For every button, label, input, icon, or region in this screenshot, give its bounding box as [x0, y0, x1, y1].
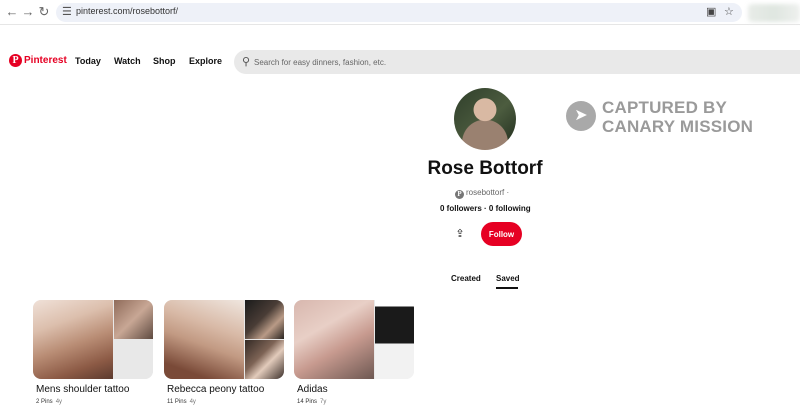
pinterest-logo-icon[interactable]: P — [9, 54, 22, 67]
board-pin-count: 2 Pins — [36, 399, 53, 405]
nav-today[interactable]: Today — [75, 56, 101, 66]
browser-toolbar: ← → ↻ ☰ pinterest.com/rosebottorf/ ▣ ☆ — [0, 0, 800, 25]
back-arrow-icon[interactable]: ← — [4, 4, 20, 20]
board-age: 4y — [55, 399, 63, 405]
board-cover-side-image — [375, 300, 414, 379]
board-cover[interactable] — [294, 300, 414, 379]
share-icon[interactable]: ⇪ — [451, 225, 469, 243]
pinterest-mini-icon: P — [455, 190, 464, 199]
active-tab-indicator — [496, 287, 518, 289]
board-cover-main-image — [33, 300, 113, 379]
url-text: pinterest.com/rosebottorf/ — [76, 6, 179, 16]
address-bar[interactable]: ☰ pinterest.com/rosebottorf/ ▣ ☆ — [56, 3, 742, 22]
board-cover-side-image — [245, 340, 284, 379]
board-meta: 2 Pins 4y — [36, 399, 62, 405]
board-meta: 14 Pins 7y — [297, 399, 326, 405]
search-bar[interactable]: ⚲ — [234, 50, 800, 74]
search-input[interactable] — [254, 50, 774, 74]
tab-created[interactable]: Created — [451, 274, 481, 283]
tab-saved[interactable]: Saved — [496, 274, 520, 283]
nav-watch[interactable]: Watch — [114, 56, 141, 66]
follow-button[interactable]: Follow — [481, 222, 522, 246]
board-title[interactable]: Mens shoulder tattoo — [36, 384, 129, 395]
nav-explore[interactable]: Explore — [189, 56, 222, 66]
profile-handle-row: Prosebottorf · — [455, 188, 509, 199]
follow-stats[interactable]: 0 followers · 0 following — [440, 204, 531, 213]
board-age: 7y — [320, 399, 327, 405]
board-title[interactable]: Rebecca peony tattoo — [167, 384, 264, 395]
board-card[interactable]: Mens shoulder tattoo 2 Pins 4y — [33, 300, 153, 405]
site-info-icon[interactable]: ☰ — [62, 5, 72, 18]
board-title[interactable]: Adidas — [297, 384, 328, 395]
reload-icon[interactable]: ↻ — [36, 4, 52, 20]
profile-name: Rose Bottorf — [427, 158, 543, 179]
forward-arrow-icon[interactable]: → — [20, 4, 36, 20]
board-card[interactable]: Adidas 14 Pins 7y — [294, 300, 414, 405]
board-cover-side-image — [245, 300, 284, 339]
board-cover[interactable] — [33, 300, 153, 379]
board-cover-empty — [114, 340, 153, 379]
bookmark-star-icon[interactable]: ☆ — [724, 5, 734, 18]
profile-avatar — [454, 88, 516, 150]
watermark-line2: CANARY MISSION — [602, 117, 754, 136]
site-header: P Pinterest Today Watch Shop Explore ⚲ — [0, 42, 800, 82]
pinterest-logo-text[interactable]: Pinterest — [24, 55, 67, 66]
board-cover-main-image — [164, 300, 244, 379]
board-cover-main-image — [294, 300, 374, 379]
board-age: 4y — [189, 399, 196, 405]
watermark-text: CAPTURED BY CANARY MISSION — [602, 98, 753, 136]
board-cover-side-image — [114, 300, 153, 339]
nav-shop[interactable]: Shop — [153, 56, 176, 66]
board-cover[interactable] — [164, 300, 284, 379]
browser-profile-avatar[interactable] — [748, 4, 800, 22]
board-card[interactable]: Rebecca peony tattoo 11 Pins 4y — [164, 300, 284, 405]
handle-separator: · — [506, 188, 510, 197]
board-pin-count: 11 Pins — [167, 399, 187, 405]
watermark-line1: CAPTURED BY — [602, 98, 727, 117]
install-app-icon[interactable]: ▣ — [706, 5, 716, 18]
profile-handle: rosebottorf — [466, 188, 505, 197]
canary-bird-icon: ➤ — [566, 101, 596, 131]
board-pin-count: 14 Pins — [297, 399, 318, 405]
search-icon: ⚲ — [242, 56, 251, 68]
board-meta: 11 Pins 4y — [167, 399, 196, 405]
